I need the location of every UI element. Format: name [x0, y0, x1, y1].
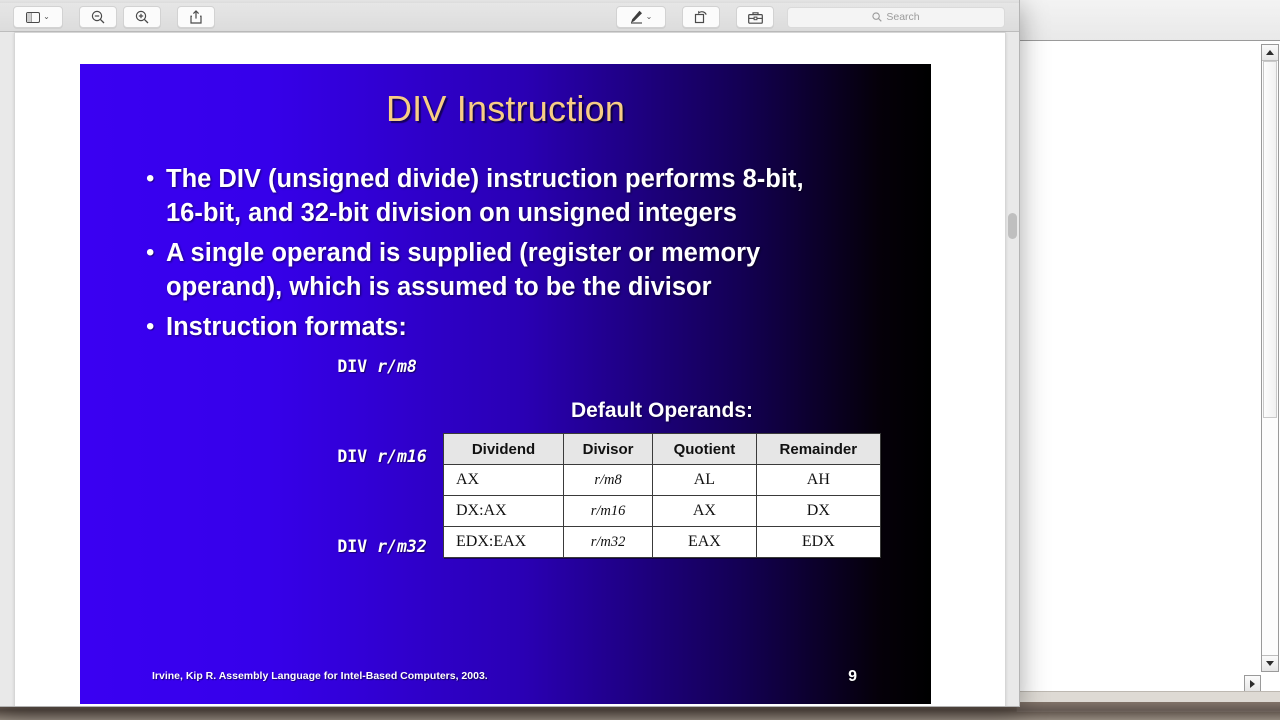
table-header-row: Dividend Divisor Quotient Remainder [443, 433, 882, 465]
document-area[interactable]: DIV Instruction • The DIV (unsigned divi… [0, 32, 1019, 706]
bullet-glyph: • [146, 313, 155, 340]
table-cell: r/m8 [562, 464, 654, 496]
table-cell: AH [755, 464, 882, 496]
scroll-down-arrow-icon[interactable] [1262, 655, 1278, 671]
bullet-item: • The DIV (unsigned divide) instruction … [146, 162, 895, 230]
table-header-cell: Dividend [443, 433, 564, 465]
table-cell: EDX [755, 526, 882, 558]
bullet-text: The DIV (unsigned divide) instruction pe… [166, 165, 804, 227]
instruction-operand: r/m16 [377, 447, 427, 466]
table-cell: EDX:EAX [443, 526, 564, 558]
chevron-down-icon[interactable]: ⌄ [43, 13, 50, 21]
toolbar: ⌄ ⌄ Search [0, 3, 1019, 32]
table-row: DX:AX r/m16 AX DX [443, 495, 882, 527]
slide-canvas: DIV Instruction • The DIV (unsigned divi… [80, 64, 931, 704]
table-row: AX r/m8 AL AH [443, 464, 882, 496]
instruction-format-line: DIV r/m8 [238, 322, 427, 412]
zoom-in-icon [135, 10, 149, 24]
background-window-vertical-scrollbar[interactable] [1261, 44, 1279, 672]
document-scrollbar-thumb[interactable] [1008, 213, 1017, 239]
search-placeholder: Search [886, 11, 920, 23]
table-header-cell: Remainder [755, 433, 882, 465]
share-button[interactable] [177, 6, 215, 28]
table-cell: r/m16 [562, 495, 654, 527]
slide-footer-citation: Irvine, Kip R. Assembly Language for Int… [152, 670, 488, 682]
instruction-format-line: DIV r/m32 [238, 502, 427, 592]
table-cell: EAX [652, 526, 757, 558]
scrollbar-thumb[interactable] [1263, 61, 1277, 418]
markup-toolbar-button[interactable] [736, 6, 774, 28]
table-header-cell: Quotient [652, 433, 757, 465]
table-cell: DX [755, 495, 882, 527]
share-icon [190, 10, 202, 24]
toolbox-icon [747, 11, 763, 24]
table-cell: r/m32 [562, 526, 654, 558]
background-window[interactable] [1016, 0, 1280, 712]
zoom-out-icon [91, 10, 105, 24]
bullet-text: A single operand is supplied (register o… [166, 239, 761, 301]
table-cell: AL [652, 464, 757, 496]
sidebar-icon [26, 11, 41, 23]
zoom-in-button[interactable] [123, 6, 161, 28]
rotate-button[interactable] [682, 6, 720, 28]
default-operands-caption: Default Operands: [570, 399, 754, 422]
instruction-operand: r/m8 [377, 357, 417, 376]
search-icon [872, 12, 883, 22]
default-operands-block: Default Operands: Dividend Divisor Quoti… [442, 399, 882, 558]
preview-window[interactable]: ⌄ ⌄ Search DIV Instruction • The DIV (un… [0, 0, 1020, 707]
instruction-mnemonic: DIV [337, 447, 368, 466]
background-window-titlebar [1017, 0, 1280, 41]
search-input[interactable]: Search [787, 6, 1005, 28]
slide-page-number: 9 [848, 668, 857, 685]
default-operands-table: Dividend Divisor Quotient Remainder AX r… [443, 433, 882, 558]
sidebar-toggle-button[interactable]: ⌄ [13, 6, 63, 28]
markup-button[interactable]: ⌄ [616, 6, 666, 28]
bullet-item: • A single operand is supplied (register… [146, 236, 895, 304]
table-header-cell: Divisor [562, 433, 654, 465]
table-cell: AX [443, 464, 564, 496]
background-window-content [1017, 41, 1280, 712]
pen-icon [630, 10, 642, 24]
table-cell: AX [652, 495, 757, 527]
instruction-operand: r/m32 [377, 537, 427, 556]
instruction-mnemonic: DIV [337, 537, 368, 556]
bullet-glyph: • [146, 165, 155, 192]
instruction-mnemonic: DIV [337, 357, 368, 376]
scroll-right-arrow-icon[interactable] [1244, 675, 1261, 692]
chevron-down-icon[interactable]: ⌄ [646, 13, 653, 21]
table-row: EDX:EAX r/m32 EAX EDX [443, 526, 882, 558]
table-cell: DX:AX [443, 495, 564, 527]
instruction-format-list: DIV r/m8 DIV r/m16 DIV r/m32 [238, 322, 427, 592]
bullet-glyph: • [146, 239, 155, 266]
rotate-icon [694, 10, 707, 24]
zoom-out-button[interactable] [79, 6, 117, 28]
scroll-up-arrow-icon[interactable] [1262, 45, 1278, 61]
instruction-format-line: DIV r/m16 [238, 412, 427, 502]
slide-title: DIV Instruction [385, 88, 626, 129]
